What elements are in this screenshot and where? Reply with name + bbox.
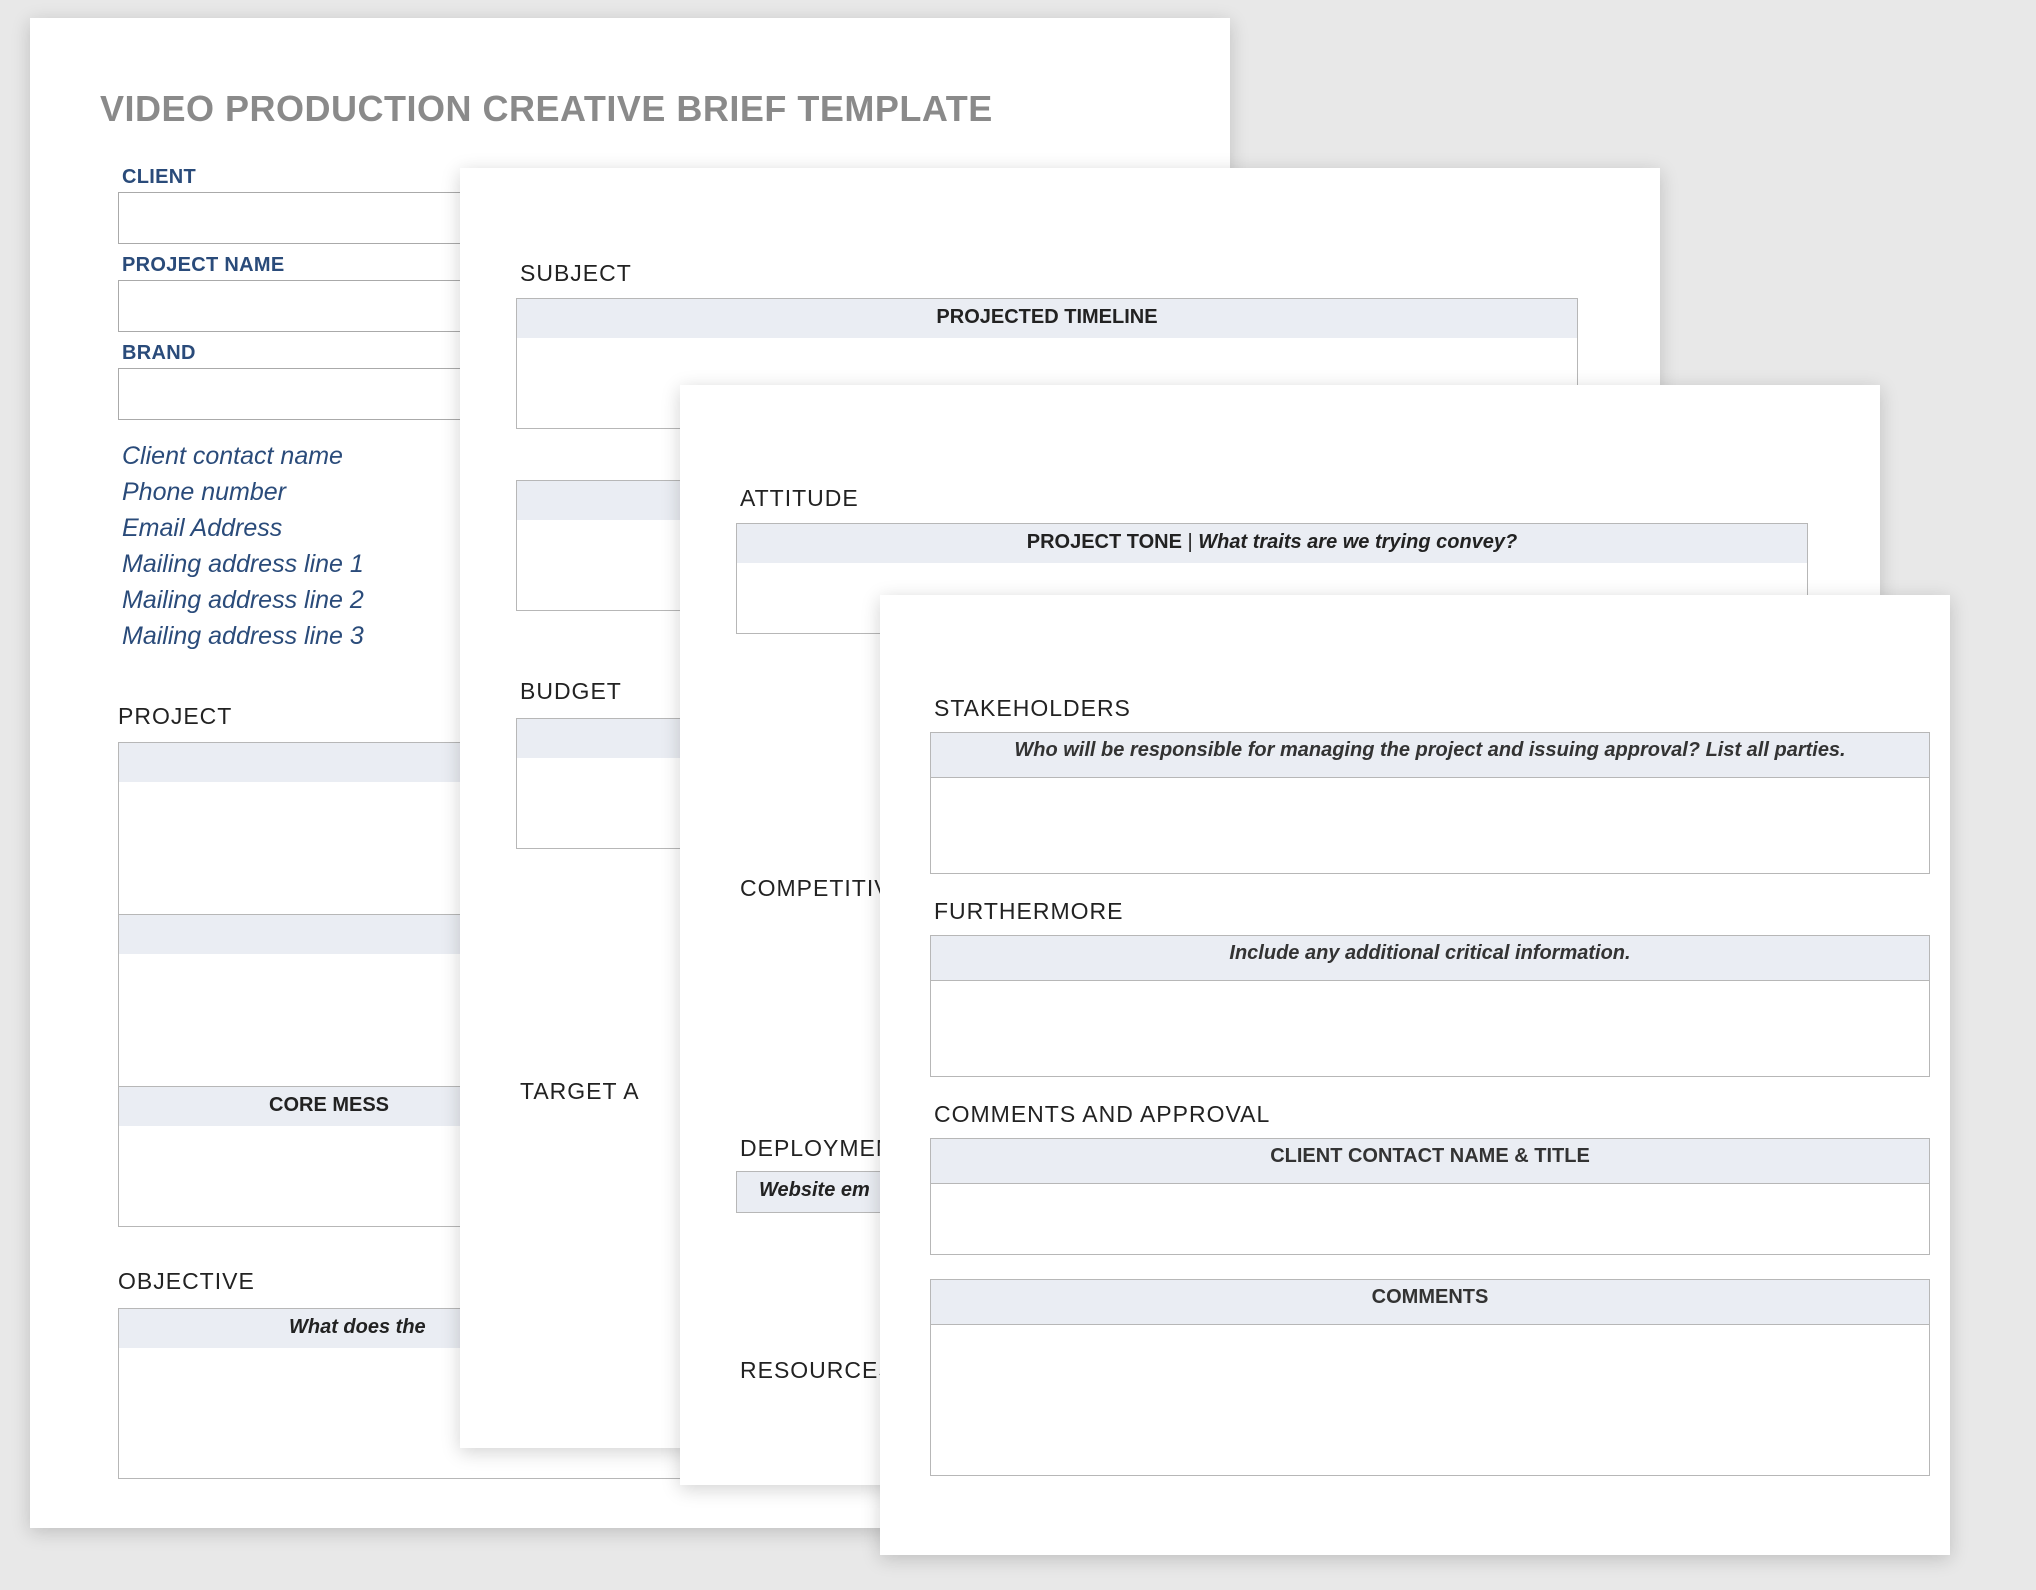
furthermore-box[interactable]: [930, 981, 1930, 1077]
canvas: VIDEO PRODUCTION CREATIVE BRIEF TEMPLATE…: [0, 0, 2036, 1590]
project-tone-bar: PROJECT TONE | What traits are we trying…: [736, 523, 1808, 565]
placeholder-email: Email Address: [122, 510, 364, 546]
client-contact-box[interactable]: [930, 1184, 1930, 1255]
section-furthermore: FURTHERMORE: [934, 898, 1930, 925]
section-budget: BUDGET: [520, 678, 622, 705]
placeholder-addr1: Mailing address line 1: [122, 546, 364, 582]
projected-timeline-label: PROJECTED TIMELINE: [517, 299, 1577, 329]
project-tone-prompt: What traits are we trying convey?: [1198, 531, 1517, 553]
separator: |: [1182, 531, 1198, 553]
furthermore-bar: Include any additional critical informat…: [930, 935, 1930, 981]
placeholder-addr3: Mailing address line 3: [122, 618, 364, 654]
section-project: PROJECT: [118, 703, 232, 730]
section-comments-approval: COMMENTS AND APPROVAL: [934, 1101, 1930, 1128]
section-subject: SUBJECT: [520, 260, 632, 287]
section-stakeholders: STAKEHOLDERS: [934, 695, 1930, 722]
stakeholders-bar: Who will be responsible for managing the…: [930, 732, 1930, 778]
stakeholders-box[interactable]: [930, 778, 1930, 874]
client-contact-bar: CLIENT CONTACT NAME & TITLE: [930, 1138, 1930, 1184]
placeholder-contact-name: Client contact name: [122, 438, 364, 474]
section-competitive: COMPETITIV: [740, 875, 891, 902]
template-page-4: STAKEHOLDERS Who will be responsible for…: [880, 595, 1950, 1555]
section-resources: RESOURCES: [740, 1357, 895, 1384]
section-deployment: DEPLOYMEN: [740, 1135, 893, 1162]
placeholder-phone: Phone number: [122, 474, 364, 510]
projected-timeline-bar: PROJECTED TIMELINE: [516, 298, 1578, 340]
contact-placeholder-block: Client contact name Phone number Email A…: [122, 438, 364, 654]
project-tone-label: PROJECT TONE: [1027, 531, 1182, 553]
placeholder-addr2: Mailing address line 2: [122, 582, 364, 618]
comments-bar: COMMENTS: [930, 1279, 1930, 1325]
section-attitude: ATTITUDE: [740, 485, 859, 512]
comments-box[interactable]: [930, 1325, 1930, 1476]
section-target-audience: TARGET A: [520, 1078, 640, 1105]
label-brand: BRAND: [122, 342, 196, 365]
section-objective: OBJECTIVE: [118, 1268, 255, 1295]
document-title: VIDEO PRODUCTION CREATIVE BRIEF TEMPLATE: [100, 88, 993, 130]
label-client: CLIENT: [122, 166, 196, 189]
label-project-name: PROJECT NAME: [122, 254, 285, 277]
